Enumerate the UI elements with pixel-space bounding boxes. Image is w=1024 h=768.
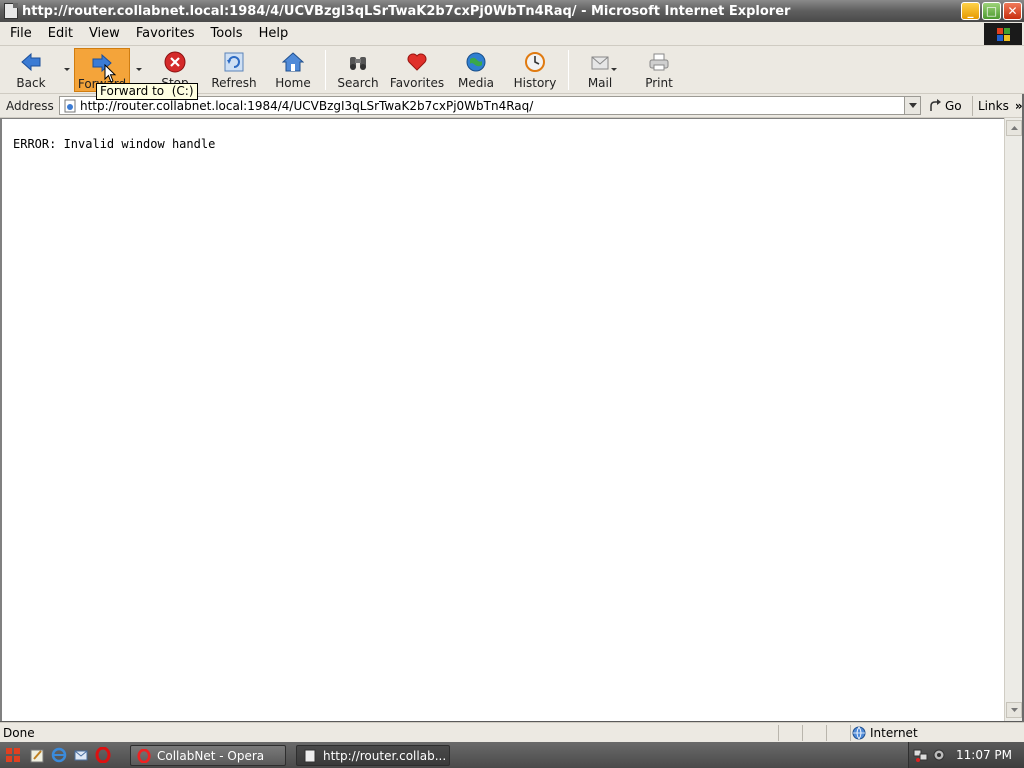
network-icon[interactable] — [913, 747, 929, 763]
chevron-up-icon — [1010, 126, 1018, 130]
window-title: http://router.collabnet.local:1984/4/UCV… — [22, 3, 791, 19]
back-label: Back — [16, 76, 46, 90]
menu-help[interactable]: Help — [249, 26, 295, 41]
clock[interactable]: 11:07 PM — [956, 748, 1012, 762]
close-button[interactable]: ✕ — [1003, 2, 1022, 20]
edit-icon — [30, 749, 44, 763]
favorites-button[interactable]: Favorites — [388, 48, 446, 92]
refresh-button[interactable]: Refresh — [208, 48, 260, 92]
close-icon: ✕ — [1007, 4, 1018, 18]
history-button[interactable]: History — [512, 48, 558, 92]
menu-favorites[interactable]: Favorites — [126, 26, 201, 41]
mouse-cursor-icon — [104, 64, 117, 83]
status-pane — [826, 725, 850, 741]
print-button[interactable]: Print — [642, 48, 676, 92]
history-label: History — [513, 76, 557, 90]
quicklaunch-opera[interactable] — [92, 744, 114, 766]
minimize-icon: _ — [967, 4, 974, 18]
zone-label: Internet — [870, 726, 918, 740]
quicklaunch-notepad[interactable] — [26, 744, 48, 766]
address-label: Address — [6, 98, 54, 113]
search-button[interactable]: Search — [334, 48, 382, 92]
internet-globe-icon — [852, 726, 866, 740]
internet-explorer-icon — [51, 747, 67, 763]
status-bar: Done Internet — [0, 722, 1024, 742]
windows-logo-icon — [984, 23, 1022, 45]
address-url[interactable]: http://router.collabnet.local:1984/4/UCV… — [80, 99, 904, 113]
menu-bar: File Edit View Favorites Tools Help — [0, 22, 1024, 46]
address-dropdown-button[interactable] — [904, 97, 920, 114]
window-controls: _ □ ✕ — [961, 2, 1022, 20]
task-label: http://router.collab... — [323, 748, 447, 763]
back-button[interactable]: Back — [10, 48, 52, 92]
vertical-scrollbar[interactable] — [1004, 118, 1022, 721]
media-label: Media — [457, 76, 495, 90]
taskbar: CollabNet - Opera http://router.collab..… — [0, 742, 1024, 768]
menu-tools[interactable]: Tools — [201, 26, 249, 41]
print-label: Print — [645, 76, 673, 90]
title-bar[interactable]: http://router.collabnet.local:1984/4/UCV… — [0, 0, 1024, 22]
system-tray: 11:07 PM — [908, 742, 1024, 768]
printer-icon — [648, 51, 670, 73]
ie-page-icon — [304, 749, 316, 762]
minimize-button[interactable]: _ — [961, 2, 980, 20]
refresh-label: Refresh — [211, 76, 257, 90]
home-label: Home — [275, 76, 311, 90]
back-arrow-icon — [20, 51, 42, 73]
globe-media-icon — [465, 51, 487, 73]
history-clock-icon — [524, 51, 546, 73]
opera-icon — [95, 747, 111, 763]
status-pane — [778, 725, 800, 741]
page-content[interactable]: ERROR: Invalid window handle — [0, 118, 1004, 721]
security-zone[interactable]: Internet — [852, 725, 918, 741]
search-label: Search — [337, 76, 379, 90]
start-menu-icon — [6, 748, 20, 762]
menu-view[interactable]: View — [79, 26, 126, 41]
scroll-down-button[interactable] — [1006, 702, 1022, 718]
mail-label: Mail — [587, 76, 613, 90]
task-label: CollabNet - Opera — [157, 748, 265, 763]
opera-icon — [137, 748, 151, 763]
scroll-up-button[interactable] — [1006, 120, 1022, 136]
mail-icon — [589, 51, 611, 73]
forward-dropdown-icon[interactable] — [136, 68, 142, 71]
status-pane — [802, 725, 824, 741]
home-icon — [282, 51, 304, 73]
links-button[interactable]: Links » — [972, 96, 1024, 116]
mail-client-icon — [74, 750, 88, 761]
heart-favorites-icon — [406, 51, 428, 73]
links-label: Links — [978, 99, 1009, 113]
refresh-icon — [223, 51, 245, 73]
binoculars-search-icon — [347, 51, 369, 73]
maximize-button[interactable]: □ — [982, 2, 1001, 20]
chevron-down-icon — [908, 103, 917, 108]
favorites-label: Favorites — [389, 76, 445, 90]
media-button[interactable]: Media — [456, 48, 496, 92]
menu-edit[interactable]: Edit — [38, 26, 79, 41]
stop-icon — [164, 51, 186, 73]
back-dropdown-icon[interactable] — [64, 68, 70, 71]
quicklaunch-ie[interactable] — [48, 744, 70, 766]
error-message: ERROR: Invalid window handle — [13, 137, 216, 151]
start-button[interactable] — [0, 742, 26, 768]
maximize-icon: □ — [985, 4, 998, 18]
chevron-down-icon — [1010, 708, 1018, 712]
go-arrow-icon — [930, 99, 941, 111]
toolbar-separator — [568, 50, 569, 90]
taskbar-task-ie[interactable]: http://router.collab... — [296, 745, 450, 766]
go-button[interactable]: Go — [928, 96, 962, 116]
settings-tray-icon[interactable] — [931, 747, 947, 763]
menu-file[interactable]: File — [0, 26, 38, 41]
mail-dropdown-icon[interactable] — [611, 68, 617, 71]
go-label: Go — [945, 99, 962, 113]
quicklaunch-mail[interactable] — [70, 744, 92, 766]
forward-tooltip: Forward to (C:) — [96, 83, 198, 100]
taskbar-task-opera[interactable]: CollabNet - Opera — [130, 745, 286, 766]
home-button[interactable]: Home — [272, 48, 314, 92]
page-icon — [63, 99, 77, 113]
ie-page-icon — [4, 3, 18, 19]
toolbar-separator — [325, 50, 326, 90]
